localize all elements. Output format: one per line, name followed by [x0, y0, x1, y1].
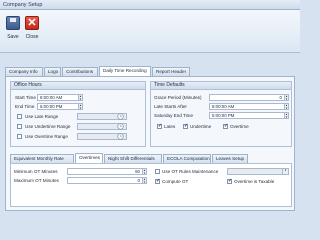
grace-period-value: 0 [279, 95, 282, 100]
office-hours-header: Office Hours [11, 82, 145, 90]
use-overtime-range-checkbox[interactable] [17, 134, 22, 139]
end-time-value: 5:00:00 PM [40, 104, 63, 109]
late-starts-after-value: 8:00:00 AM [212, 104, 235, 109]
tab-company-info[interactable]: Company Info [5, 67, 43, 76]
lates-checkbox[interactable]: ✓ [157, 124, 162, 129]
time-defaults-header: Time Defaults [151, 82, 291, 90]
tab-report-header[interactable]: Report Header [152, 67, 190, 76]
overtime-range-field[interactable] [77, 133, 127, 140]
end-time-spinner[interactable]: ▴ ▾ [78, 104, 82, 109]
tab-logo[interactable]: Logo [44, 67, 61, 76]
window-titlebar: Company Setup [0, 0, 300, 10]
late-starts-after-field[interactable]: 8:00:00 AM ▴ ▾ [209, 103, 289, 110]
use-undertime-range-label: Use Undertime Range [25, 124, 71, 129]
floppy-disk-icon [6, 16, 20, 30]
end-time-label: End Time [15, 104, 35, 109]
max-ot-minutes-field[interactable]: 0 ▴ ▾ [67, 177, 147, 184]
min-ot-minutes-label: Minimum OT Minutes [14, 169, 58, 174]
compute-ot-label: Compute OT [162, 179, 189, 184]
max-ot-minutes-spinner[interactable]: ▴ ▾ [142, 178, 146, 183]
use-late-range-checkbox[interactable] [17, 114, 22, 119]
max-ot-minutes-value: 0 [137, 178, 140, 183]
ot-rules-dropdown[interactable]: ▾ [282, 169, 288, 174]
overtime-label: Overtime [230, 124, 249, 129]
close-button[interactable]: ✕ Close [23, 14, 41, 48]
use-ot-rules-checkbox[interactable] [155, 169, 160, 174]
tab-content-panel: Office Hours Start Time 8:00:00 AM ▴ ▾ En… [5, 76, 295, 211]
end-time-field[interactable]: 5:00:00 PM ▴ ▾ [37, 103, 83, 110]
lates-label: Lates [164, 124, 176, 129]
save-button[interactable]: Save [4, 14, 22, 48]
late-starts-after-spinner[interactable]: ▴ ▾ [284, 104, 288, 109]
tab-overtimes[interactable]: Overtimes [75, 153, 103, 163]
ribbon-toolbar: Save ✕ Close [0, 10, 300, 53]
start-time-field[interactable]: 8:00:00 AM ▴ ▾ [37, 94, 83, 101]
min-ot-minutes-field[interactable]: 60 ▴ ▾ [67, 168, 147, 175]
tab-daily-time-recording[interactable]: Daily Time Recording [99, 66, 151, 76]
use-late-range-label: Use Late Range [25, 114, 59, 119]
start-time-value: 8:00:00 AM [40, 95, 63, 100]
max-ot-minutes-label: Maximum OT Minutes [14, 178, 59, 183]
close-icon: ✕ [25, 16, 39, 30]
use-overtime-range-label: Use Overtime Range [25, 134, 68, 139]
tab-leaves-setup[interactable]: Leaves Setup [212, 154, 248, 163]
use-ot-rules-label: Use OT Rules Maintenance [162, 169, 219, 174]
late-starts-after-label: Late Starts After [154, 104, 187, 109]
late-range-field[interactable] [77, 113, 127, 120]
ot-rules-field[interactable]: ▾ [227, 168, 289, 175]
window-title: Company Setup [3, 2, 43, 8]
undertime-label: Undertime [190, 124, 212, 129]
overtimes-panel: Minimum OT Minutes 60 ▴ ▾ Maximum OT Minu… [10, 163, 292, 207]
tab-contributions[interactable]: Contributions [62, 67, 98, 76]
overtime-taxable-label: Overtime is Taxable [234, 179, 275, 184]
clock-icon [117, 113, 124, 120]
compute-ot-checkbox[interactable]: ✓ [155, 179, 160, 184]
saturday-end-time-label: Saturday End Time [154, 113, 194, 118]
clock-icon [117, 133, 124, 140]
undertime-checkbox[interactable]: ✓ [183, 124, 188, 129]
grace-period-field[interactable]: 0 ▴ ▾ [209, 94, 289, 101]
tab-ecola-computation[interactable]: ECOLA Computation [163, 154, 211, 163]
undertime-range-field[interactable] [77, 123, 127, 130]
saturday-end-time-spinner[interactable]: ▴ ▾ [284, 113, 288, 118]
min-ot-minutes-value: 60 [135, 169, 140, 174]
tab-night-shift-differentials[interactable]: Night Shift Differentials [104, 154, 162, 163]
time-defaults-group: Time Defaults Grace Period (Minutes) 0 ▴… [150, 81, 292, 147]
start-time-spinner[interactable]: ▴ ▾ [78, 95, 82, 100]
save-label: Save [7, 34, 19, 40]
overtime-checkbox[interactable]: ✓ [223, 124, 228, 129]
start-time-label: Start Time [15, 95, 36, 100]
clock-icon [117, 123, 124, 130]
saturday-end-time-value: 5:00:00 PM [212, 113, 235, 118]
min-ot-minutes-spinner[interactable]: ▴ ▾ [142, 169, 146, 174]
overtime-taxable-checkbox[interactable]: ✓ [227, 179, 232, 184]
grace-period-spinner[interactable]: ▴ ▾ [284, 95, 288, 100]
tab-equivalent-monthly-rate[interactable]: Equivalent Monthly Rate [10, 154, 74, 163]
close-label: Close [25, 34, 39, 40]
saturday-end-time-field[interactable]: 5:00:00 PM ▴ ▾ [209, 112, 289, 119]
grace-period-label: Grace Period (Minutes) [154, 95, 202, 100]
use-undertime-range-checkbox[interactable] [17, 124, 22, 129]
office-hours-group: Office Hours Start Time 8:00:00 AM ▴ ▾ En… [10, 81, 146, 147]
